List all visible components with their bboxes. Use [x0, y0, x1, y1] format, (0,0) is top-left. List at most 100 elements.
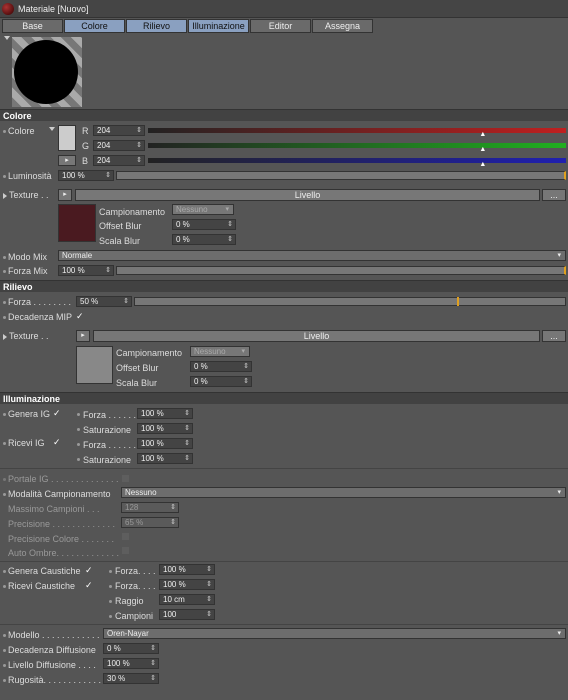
anim-dot[interactable] — [3, 634, 6, 637]
portale-ig-checkbox[interactable] — [121, 474, 130, 483]
massimo-campioni-field[interactable]: 128 ⇕ — [121, 502, 179, 513]
texture-more-button[interactable]: ... — [542, 189, 566, 201]
rilievo-scala-blur-value: 0 % — [194, 377, 208, 386]
preview-collapse-arrow-icon[interactable] — [4, 36, 10, 40]
offset-blur-field[interactable]: 0 % ⇕ — [172, 219, 236, 230]
anim-dot[interactable] — [3, 442, 6, 445]
texture-expand-icon[interactable] — [3, 193, 7, 199]
campioni-field[interactable]: 100 ⇕ — [159, 609, 215, 620]
anim-dot[interactable] — [3, 175, 6, 178]
anim-dot[interactable] — [109, 600, 112, 603]
rilievo-texture-livello-button[interactable]: Livello — [93, 330, 540, 342]
forza-mix-field[interactable]: 100 % ⇕ — [58, 265, 114, 276]
decadenza-diffusione-field[interactable]: 0 % ⇕ — [103, 643, 159, 654]
anim-dot[interactable] — [3, 256, 6, 259]
anim-dot[interactable] — [3, 316, 6, 319]
b-field[interactable]: 204 ⇕ — [93, 155, 145, 166]
r-field[interactable]: 204 ⇕ — [93, 125, 145, 136]
auto-ombre-label: Auto Ombre. . . . . . . . . . . . . — [8, 548, 120, 558]
tab-rilievo[interactable]: Rilievo — [126, 19, 187, 33]
raggio-field[interactable]: 10 cm ⇕ — [159, 594, 215, 605]
precisione-colore-checkbox[interactable] — [121, 532, 130, 541]
g-slider[interactable] — [148, 143, 566, 148]
ricevi-ig-checkbox[interactable]: ✓ — [53, 437, 61, 448]
forza-ig-field[interactable]: 100 % ⇕ — [137, 408, 193, 419]
anim-dot[interactable] — [3, 270, 6, 273]
anim-dot[interactable] — [3, 413, 6, 416]
anim-dot[interactable] — [3, 493, 6, 496]
b-slider[interactable] — [148, 158, 566, 163]
ricevi-caustiche-checkbox[interactable]: ✓ — [85, 580, 93, 591]
saturazione-ig-field[interactable]: 100 % ⇕ — [137, 423, 193, 434]
b-value: 204 — [97, 156, 111, 165]
anim-dot[interactable] — [77, 428, 80, 431]
tab-illuminazione[interactable]: Illuminazione — [188, 19, 249, 33]
section-illuminazione: Illuminazione — [0, 392, 568, 404]
tab-assegna[interactable]: Assegna — [312, 19, 373, 33]
rilievo-scala-blur-field[interactable]: 0 % ⇕ — [190, 376, 252, 387]
genera-caustiche-checkbox[interactable]: ✓ — [85, 565, 93, 576]
scala-blur-label: Scala Blur — [99, 236, 141, 246]
anim-dot[interactable] — [3, 649, 6, 652]
luminosita-slider[interactable] — [116, 171, 566, 180]
forza-genera-caustiche-field[interactable]: 100 % ⇕ — [159, 564, 215, 575]
modello-dropdown[interactable]: Oren-Nayar ▾ — [103, 628, 566, 639]
g-slider-handle[interactable]: ▲ — [479, 146, 486, 153]
rilievo-offset-blur-field[interactable]: 0 % ⇕ — [190, 361, 252, 372]
forza-mix-label: Forza Mix — [8, 266, 48, 276]
rilievo-campionamento-dropdown[interactable]: Nessuno ▾ — [190, 346, 250, 357]
texture-menu-button[interactable]: ▸ — [58, 189, 72, 201]
decadenza-mip-checkbox[interactable]: ✓ — [76, 311, 84, 322]
scala-blur-field[interactable]: 0 % ⇕ — [172, 234, 236, 245]
forza-ricevi-field[interactable]: 100 % ⇕ — [137, 438, 193, 449]
color-picker-button[interactable]: ▸ — [58, 155, 76, 166]
genera-ig-checkbox[interactable]: ✓ — [53, 408, 61, 419]
rugosita-value: 30 % — [107, 674, 126, 683]
r-slider[interactable] — [148, 128, 566, 133]
anim-dot[interactable] — [3, 679, 6, 682]
anim-dot[interactable] — [77, 413, 80, 416]
anim-dot[interactable] — [77, 443, 80, 446]
tab-colore[interactable]: Colore — [64, 19, 125, 33]
rilievo-texture-menu-button[interactable]: ▸ — [76, 330, 90, 342]
anim-dot[interactable] — [109, 585, 112, 588]
forza-ricevi-caustiche-field[interactable]: 100 % ⇕ — [159, 579, 215, 590]
saturazione-ricevi-field[interactable]: 100 % ⇕ — [137, 453, 193, 464]
anim-dot[interactable] — [3, 585, 6, 588]
color-label: Colore — [8, 126, 35, 136]
rilievo-scala-blur-label: Scala Blur — [116, 378, 158, 388]
texture-swatch[interactable] — [58, 204, 96, 242]
precisione-field[interactable]: 65 % ⇕ — [121, 517, 179, 528]
anim-dot[interactable] — [3, 301, 6, 304]
anim-dot[interactable] — [109, 570, 112, 573]
texture-livello-button[interactable]: Livello — [75, 189, 540, 201]
luminosita-field[interactable]: 100 % ⇕ — [58, 170, 114, 181]
campionamento-dropdown[interactable]: Nessuno ▾ — [172, 204, 234, 215]
b-slider-handle[interactable]: ▲ — [479, 161, 486, 168]
anim-dot[interactable] — [109, 615, 112, 618]
anim-dot[interactable] — [3, 664, 6, 667]
color-swatch[interactable] — [58, 125, 76, 151]
forza-mix-slider[interactable] — [116, 266, 566, 275]
anim-dot[interactable] — [3, 570, 6, 573]
texture-expand-icon[interactable] — [3, 334, 7, 340]
auto-ombre-checkbox[interactable] — [121, 546, 130, 555]
rilievo-texture-more-button[interactable]: ... — [542, 330, 566, 342]
g-field[interactable]: 204 ⇕ — [93, 140, 145, 151]
anim-dot[interactable] — [77, 458, 80, 461]
livello-diffusione-field[interactable]: 100 % ⇕ — [103, 658, 159, 669]
rugosita-field[interactable]: 30 % ⇕ — [103, 673, 159, 684]
tab-editor[interactable]: Editor — [250, 19, 311, 33]
rilievo-texture-swatch[interactable] — [76, 346, 113, 384]
forza-slider-marker[interactable] — [457, 297, 459, 306]
modo-mix-dropdown[interactable]: Normale ▾ — [58, 250, 566, 261]
color-mode-arrow-icon[interactable] — [49, 127, 55, 131]
forza-genera-caustiche-label: Forza. . . . — [115, 566, 156, 576]
forza-slider[interactable] — [134, 297, 566, 306]
anim-dot[interactable] — [3, 478, 6, 481]
anim-dot[interactable] — [3, 130, 6, 133]
tab-base[interactable]: Base — [2, 19, 63, 33]
r-slider-handle[interactable]: ▲ — [479, 131, 486, 138]
modalita-campionamento-dropdown[interactable]: Nessuno ▾ — [121, 487, 566, 498]
forza-field[interactable]: 50 % ⇕ — [76, 296, 132, 307]
